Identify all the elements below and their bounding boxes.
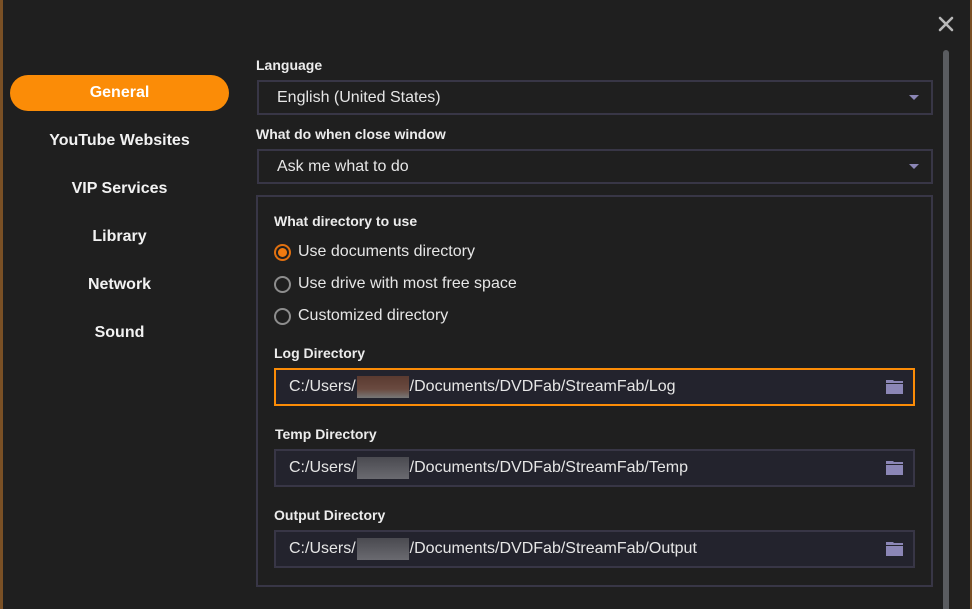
- folder-icon[interactable]: [886, 380, 903, 394]
- close-window-value: Ask me what to do: [277, 158, 409, 175]
- close-window-select[interactable]: Ask me what to do: [257, 149, 933, 184]
- redacted-username: [356, 537, 409, 560]
- chevron-down-icon: [909, 95, 919, 100]
- radio-label: Use drive with most free space: [298, 275, 517, 292]
- sidebar-item-sound[interactable]: Sound: [10, 315, 229, 351]
- window-border-left: [0, 0, 3, 609]
- sidebar-item-general[interactable]: General: [10, 75, 229, 111]
- radio-use-documents-directory[interactable]: Use documents directory: [274, 241, 475, 263]
- log-directory-input[interactable]: C:/Users/ /Documents/DVDFab/StreamFab/Log: [274, 368, 915, 406]
- sidebar-item-network[interactable]: Network: [10, 267, 229, 303]
- sidebar-item-youtube-websites[interactable]: YouTube Websites: [10, 123, 229, 159]
- radio-label: Customized directory: [298, 307, 449, 324]
- sidebar-item-vip-services[interactable]: VIP Services: [10, 171, 229, 207]
- language-value: English (United States): [277, 89, 441, 106]
- output-directory-input[interactable]: C:/Users/ /Documents/DVDFab/StreamFab/Out…: [274, 530, 915, 568]
- language-select[interactable]: English (United States): [257, 80, 933, 115]
- chevron-down-icon: [909, 164, 919, 169]
- path-prefix: C:/Users/: [289, 459, 356, 476]
- path-prefix: C:/Users/: [289, 378, 356, 395]
- path-suffix: /Documents/DVDFab/StreamFab/Log: [409, 378, 676, 395]
- radio-use-drive-most-free-space[interactable]: Use drive with most free space: [274, 273, 517, 295]
- scrollbar[interactable]: [943, 50, 949, 609]
- redacted-username: [356, 456, 409, 479]
- directory-label: What directory to use: [274, 213, 418, 229]
- close-icon: [938, 16, 954, 32]
- radio-customized-directory[interactable]: Customized directory: [274, 305, 448, 327]
- log-directory-label: Log Directory: [274, 345, 366, 361]
- close-button[interactable]: [937, 15, 955, 33]
- settings-sidebar: General YouTube Websites VIP Services Li…: [10, 75, 229, 363]
- radio-label: Use documents directory: [298, 243, 475, 260]
- close-window-label: What do when close window: [256, 126, 446, 142]
- path-suffix: /Documents/DVDFab/StreamFab/Output: [409, 540, 697, 557]
- temp-directory-label: Temp Directory: [275, 426, 377, 442]
- path-suffix: /Documents/DVDFab/StreamFab/Temp: [409, 459, 688, 476]
- radio-checked-icon: [274, 243, 291, 261]
- radio-unchecked-icon: [274, 307, 291, 325]
- sidebar-item-library[interactable]: Library: [10, 219, 229, 255]
- language-label: Language: [256, 57, 323, 73]
- folder-icon[interactable]: [886, 461, 903, 475]
- radio-unchecked-icon: [274, 275, 291, 293]
- temp-directory-input[interactable]: C:/Users/ /Documents/DVDFab/StreamFab/Tem…: [274, 449, 915, 487]
- folder-icon[interactable]: [886, 542, 903, 556]
- path-prefix: C:/Users/: [289, 540, 356, 557]
- redacted-username: [356, 375, 409, 398]
- output-directory-label: Output Directory: [274, 507, 386, 523]
